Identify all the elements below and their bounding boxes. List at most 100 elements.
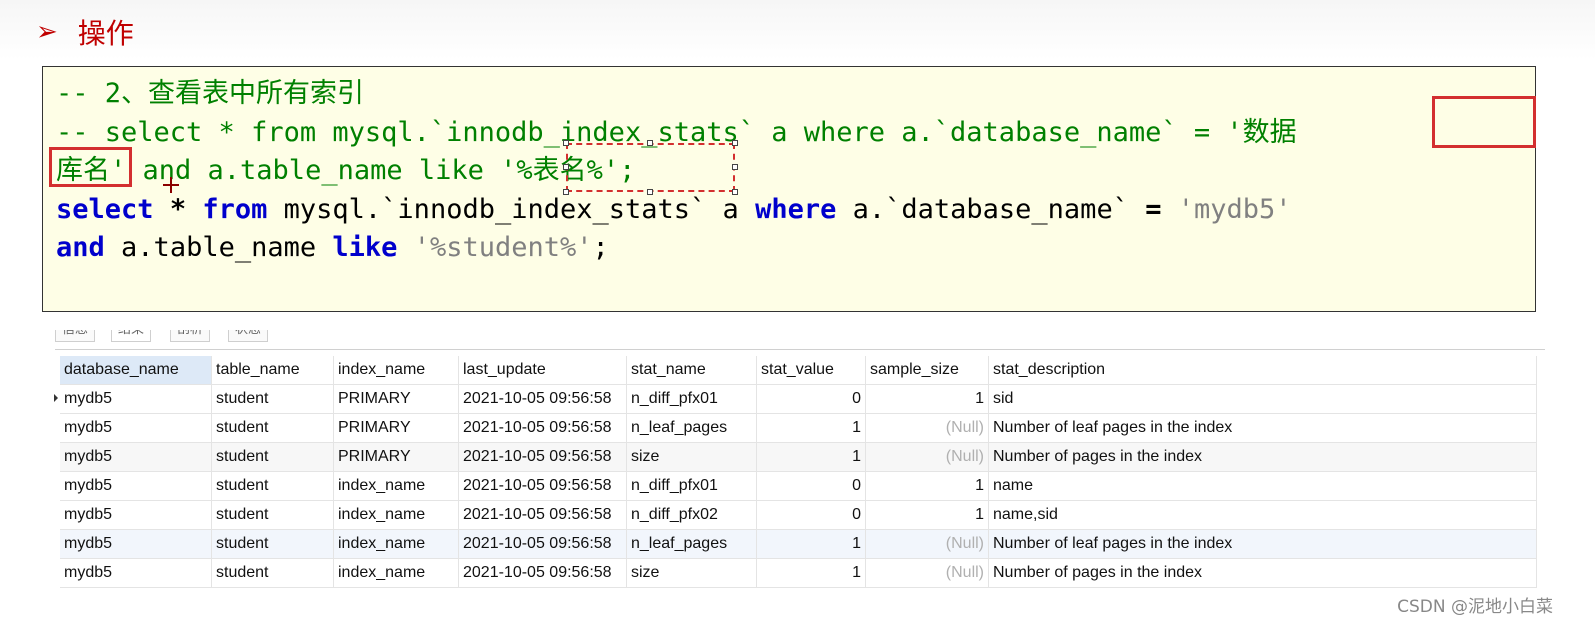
resize-handle-tm[interactable] bbox=[647, 140, 653, 146]
table-cell[interactable]: mydb5 bbox=[60, 414, 212, 442]
string-literal-db: 'mydb5' bbox=[1177, 193, 1292, 225]
tab-result[interactable]: 结果 bbox=[111, 330, 152, 342]
table-cell[interactable]: (Null) bbox=[866, 414, 989, 442]
table-cell[interactable]: size bbox=[627, 443, 757, 471]
table-row[interactable]: mydb5 student PRIMARY 2021-10-05 09:56:58 n_… bbox=[60, 385, 1537, 414]
table-cell[interactable]: PRIMARY bbox=[334, 414, 459, 442]
table-cell[interactable]: 2021-10-05 09:56:58 bbox=[459, 443, 627, 471]
table-cell[interactable]: 1 bbox=[866, 501, 989, 529]
table-cell[interactable]: student bbox=[212, 472, 334, 500]
table-cell[interactable]: mydb5 bbox=[60, 501, 212, 529]
table-cell[interactable]: 2021-10-05 09:56:58 bbox=[459, 385, 627, 413]
table-cell[interactable]: student bbox=[212, 501, 334, 529]
table-cell[interactable]: Number of leaf pages in the index bbox=[989, 414, 1537, 442]
section-title: 操作 bbox=[77, 17, 134, 50]
table-cell[interactable]: PRIMARY bbox=[334, 443, 459, 471]
column-reference: a.`database_name` bbox=[852, 193, 1129, 225]
resize-handle-mr[interactable] bbox=[732, 164, 738, 170]
table-cell[interactable]: n_leaf_pages bbox=[627, 414, 757, 442]
table-cell[interactable]: n_diff_pfx01 bbox=[627, 385, 757, 413]
resize-handle-tl[interactable] bbox=[563, 140, 569, 146]
table-row[interactable]: mydb5 student index_name 2021-10-05 09:56:5… bbox=[60, 530, 1537, 559]
crosshair-cursor-icon bbox=[163, 177, 179, 193]
resize-handle-bm[interactable] bbox=[647, 189, 653, 195]
table-cell[interactable]: 1 bbox=[757, 443, 866, 471]
table-cell[interactable]: student bbox=[212, 443, 334, 471]
column-header-stat-description[interactable]: stat_description bbox=[989, 356, 1537, 384]
tab-info[interactable]: 信息 bbox=[55, 330, 96, 342]
table-header: database_name table_name index_name last_up… bbox=[60, 356, 1537, 385]
table-cell[interactable]: student bbox=[212, 530, 334, 558]
column-header-last-update[interactable]: last_update bbox=[459, 356, 627, 384]
table-cell[interactable]: PRIMARY bbox=[334, 385, 459, 413]
table-reference: mysql.`innodb_index_stats` a bbox=[283, 193, 739, 225]
highlight-box-table-name[interactable] bbox=[566, 143, 735, 192]
table-row[interactable]: mydb5 student PRIMARY 2021-10-05 09:56:58 n_… bbox=[60, 414, 1537, 443]
resize-handle-bl[interactable] bbox=[563, 189, 569, 195]
keyword-and: and bbox=[56, 232, 105, 263]
equals-operator: = bbox=[1145, 193, 1162, 225]
column-header-sample-size[interactable]: sample_size bbox=[866, 356, 989, 384]
table-cell[interactable]: student bbox=[212, 385, 334, 413]
result-grid[interactable]: database_name table_name index_name last_up… bbox=[60, 356, 1537, 588]
table-cell[interactable]: Number of pages in the index bbox=[989, 443, 1537, 471]
table-cell[interactable]: n_diff_pfx02 bbox=[627, 501, 757, 529]
resize-handle-ml[interactable] bbox=[563, 164, 569, 170]
table-cell[interactable]: mydb5 bbox=[60, 385, 212, 413]
table-cell[interactable]: (Null) bbox=[866, 443, 989, 471]
table-cell[interactable]: index_name bbox=[334, 530, 459, 558]
tab-status[interactable]: 状态 bbox=[228, 330, 269, 342]
table-cell[interactable]: 1 bbox=[866, 472, 989, 500]
column-header-index-name[interactable]: index_name bbox=[334, 356, 459, 384]
statement-terminator: ; bbox=[592, 232, 609, 263]
table-cell[interactable]: 0 bbox=[757, 472, 866, 500]
table-cell[interactable]: mydb5 bbox=[60, 443, 212, 471]
table-cell[interactable]: mydb5 bbox=[60, 530, 212, 558]
tab-profile[interactable]: 剖析 bbox=[170, 330, 211, 342]
column-header-table-name[interactable]: table_name bbox=[212, 356, 334, 384]
table-cell[interactable]: 2021-10-05 09:56:58 bbox=[459, 472, 627, 500]
table-cell[interactable]: size bbox=[627, 559, 757, 587]
column-header-database-name[interactable]: database_name bbox=[60, 356, 212, 384]
tab-divider bbox=[55, 349, 1545, 350]
table-cell[interactable]: 0 bbox=[757, 501, 866, 529]
table-cell[interactable]: 2021-10-05 09:56:58 bbox=[459, 501, 627, 529]
table-cell[interactable]: mydb5 bbox=[60, 559, 212, 587]
table-cell[interactable]: index_name bbox=[334, 501, 459, 529]
watermark: CSDN @泥地小白菜 bbox=[1397, 597, 1553, 617]
table-cell[interactable]: 2021-10-05 09:56:58 bbox=[459, 530, 627, 558]
table-cell[interactable]: index_name bbox=[334, 472, 459, 500]
section-heading: ➢ 操作 bbox=[36, 12, 134, 52]
result-tabs: 信息 结果 剖析 状态 bbox=[55, 330, 1545, 350]
table-row[interactable]: mydb5 student PRIMARY 2021-10-05 09:56:58 si… bbox=[60, 443, 1537, 472]
resize-handle-br[interactable] bbox=[732, 189, 738, 195]
table-cell[interactable]: name bbox=[989, 472, 1537, 500]
table-cell[interactable]: 1 bbox=[757, 530, 866, 558]
current-row-marker-icon bbox=[54, 394, 58, 402]
table-cell[interactable]: n_diff_pfx01 bbox=[627, 472, 757, 500]
table-row[interactable]: mydb5 student index_name 2021-10-05 09:56:5… bbox=[60, 472, 1537, 501]
resize-handle-tr[interactable] bbox=[732, 140, 738, 146]
table-row[interactable]: mydb5 student index_name 2021-10-05 09:56:5… bbox=[60, 559, 1537, 588]
table-cell[interactable]: mydb5 bbox=[60, 472, 212, 500]
table-cell[interactable]: name,sid bbox=[989, 501, 1537, 529]
comment-line-3: 库名' and a.table_name like '%表名%'; bbox=[56, 155, 636, 186]
table-cell[interactable]: 1 bbox=[866, 385, 989, 413]
table-cell[interactable]: (Null) bbox=[866, 559, 989, 587]
column-header-stat-name[interactable]: stat_name bbox=[627, 356, 757, 384]
table-cell[interactable]: 2021-10-05 09:56:58 bbox=[459, 414, 627, 442]
table-cell[interactable]: 0 bbox=[757, 385, 866, 413]
column-header-stat-value[interactable]: stat_value bbox=[757, 356, 866, 384]
table-row[interactable]: mydb5 student index_name 2021-10-05 09:56:5… bbox=[60, 501, 1537, 530]
table-cell[interactable]: student bbox=[212, 559, 334, 587]
table-cell[interactable]: student bbox=[212, 414, 334, 442]
table-cell[interactable]: (Null) bbox=[866, 530, 989, 558]
table-cell[interactable]: sid bbox=[989, 385, 1537, 413]
table-cell[interactable]: Number of pages in the index bbox=[989, 559, 1537, 587]
table-cell[interactable]: Number of leaf pages in the index bbox=[989, 530, 1537, 558]
table-cell[interactable]: 2021-10-05 09:56:58 bbox=[459, 559, 627, 587]
table-cell[interactable]: index_name bbox=[334, 559, 459, 587]
table-cell[interactable]: 1 bbox=[757, 414, 866, 442]
table-cell[interactable]: 1 bbox=[757, 559, 866, 587]
table-cell[interactable]: n_leaf_pages bbox=[627, 530, 757, 558]
